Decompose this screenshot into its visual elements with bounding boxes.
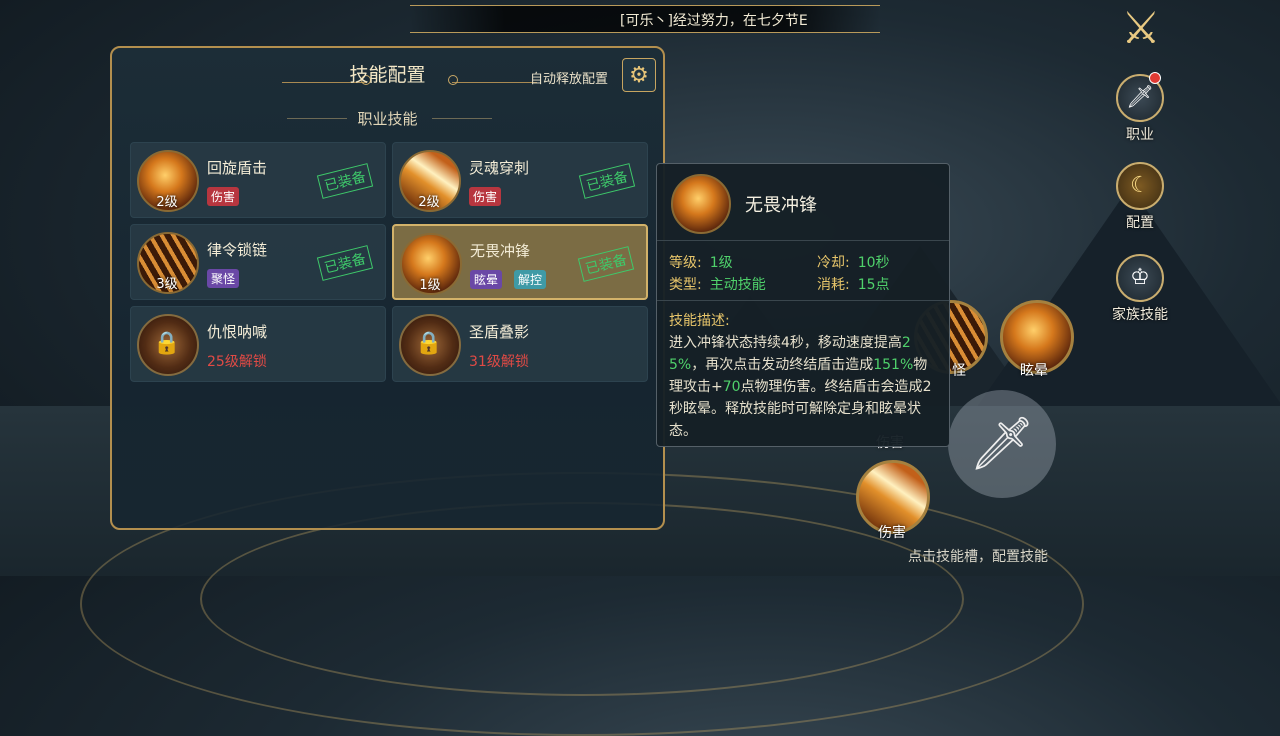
tooltip-level: 等级: 1级 <box>669 252 733 272</box>
wheel-slot-label: 伤害 <box>878 525 906 541</box>
skill-name: 无畏冲锋 <box>470 242 531 260</box>
unlock-requirement: 31级解锁 <box>469 354 529 370</box>
cooldown-label: 冷却: <box>817 255 850 271</box>
skill-tag: 聚怪 <box>207 269 240 288</box>
equipped-stamp: 已装备 <box>316 245 374 281</box>
cost-value: 15点 <box>857 277 890 293</box>
desc-text: 进入冲锋状态持续 <box>669 335 781 351</box>
skill-level: 2级 <box>156 195 178 210</box>
skill-name: 律令锁链 <box>207 241 268 259</box>
skill-level: 3级 <box>156 277 178 292</box>
skill-card-wuwei-selected[interactable]: 1级 无畏冲锋 眩晕 解控 已装备 <box>392 224 648 300</box>
notification-dot <box>1149 72 1161 84</box>
skill-card-chouhen-locked[interactable]: 🔒 仇恨呐喊 25级解锁 <box>130 306 386 382</box>
lock-icon: 🔒 <box>153 331 181 356</box>
side-nav-label: 家族技能 <box>1112 307 1168 323</box>
skill-level: 2级 <box>418 195 440 210</box>
close-button[interactable]: ⚔ <box>1114 6 1168 52</box>
type-value: 主动技能 <box>709 277 766 293</box>
equipped-stamp: 已装备 <box>577 246 635 282</box>
desc-text: ，再次点击发动终结盾击造成 <box>691 357 874 373</box>
attack-button[interactable]: 🗡 <box>948 390 1056 498</box>
skill-card-lvling[interactable]: 3级 律令锁链 聚怪 已装备 <box>130 224 386 300</box>
skill-name: 仇恨呐喊 <box>207 323 268 341</box>
skill-tooltip: 无畏冲锋 等级: 1级 冷却: 10秒 类型: 主动技能 消耗: 15点 技能描述: 进… <box>656 163 950 447</box>
side-nav-class[interactable]: 🗡 职业 <box>1105 72 1175 144</box>
tooltip-cost: 消耗: 15点 <box>817 274 890 294</box>
wheel-slot-label: 眩晕 <box>1020 363 1048 379</box>
type-label: 类型: <box>669 277 702 293</box>
side-nav-family-skills[interactable]: ♔ 家族技能 <box>1105 254 1175 324</box>
desc-highlight: 70 <box>722 379 741 395</box>
skill-card-shengdun-locked[interactable]: 🔒 圣盾叠影 31级解锁 <box>392 306 648 382</box>
title-ornament-right <box>448 72 537 85</box>
skill-tag: 眩晕 <box>470 270 503 289</box>
side-nav-label: 配置 <box>1126 215 1154 231</box>
desc-text: 点物理伤害。终结盾击会造成 <box>740 379 923 395</box>
level-label: 等级: <box>669 255 702 271</box>
auto-release-label: 自动释放配置 <box>530 72 609 87</box>
wheel-slot-label: 怪 <box>952 363 966 379</box>
skill-tag: 伤害 <box>469 187 502 206</box>
charge-skill-icon <box>671 174 731 234</box>
broadcast-marquee: [可乐丶]经过努力，在七夕节E <box>410 5 880 33</box>
skill-name: 圣盾叠影 <box>469 323 530 341</box>
skill-tag: 解控 <box>514 270 547 289</box>
cooldown-value: 10秒 <box>857 255 890 271</box>
skill-card-linghun[interactable]: 2级 灵魂穿刺 伤害 已装备 <box>392 142 648 218</box>
desc-text: 眩晕。释放技能时可解除定身和眩晕状态。 <box>669 401 921 439</box>
section-title: 职业技能 <box>357 110 418 128</box>
tooltip-type: 类型: 主动技能 <box>669 274 766 294</box>
rune-circle-inner <box>200 502 964 696</box>
side-nav-label: 职业 <box>1126 127 1154 143</box>
lock-icon: 🔒 <box>415 331 443 356</box>
equipped-stamp: 已装备 <box>316 163 374 199</box>
gear-icon: ⚙ <box>629 62 649 88</box>
desc-text: ，移动速度提高 <box>803 335 902 351</box>
tooltip-cooldown: 冷却: 10秒 <box>817 252 890 272</box>
desc-highlight: 151% <box>873 357 914 373</box>
skill-description: 进入冲锋状态持续4秒，移动速度提高25%，再次点击发动终结盾击造成151%物理攻… <box>669 332 937 442</box>
skill-config-panel: 技能配置 自动释放配置 ⚙ 职业技能 2级 回旋盾击 伤害 已装备 2级 灵魂穿… <box>110 46 665 530</box>
unlock-requirement: 25级解锁 <box>207 354 267 370</box>
desc-text: 4秒 <box>781 335 804 351</box>
side-nav-config[interactable]: ☾ 配置 <box>1105 162 1175 232</box>
level-value: 1级 <box>709 255 733 271</box>
divider <box>657 240 949 241</box>
skill-tag: 伤害 <box>207 187 240 206</box>
divider <box>657 300 949 301</box>
equipped-stamp: 已装备 <box>578 163 636 199</box>
skill-name: 灵魂穿刺 <box>469 159 530 177</box>
crest-icon: ♔ <box>1116 254 1164 302</box>
tooltip-title: 无畏冲锋 <box>745 195 817 216</box>
sword-icon: 🗡 <box>968 414 1035 474</box>
moon-star-icon: ☾ <box>1116 162 1164 210</box>
description-heading: 技能描述: <box>669 313 730 329</box>
cost-label: 消耗: <box>817 277 850 293</box>
config-hint: 点击技能槽，配置技能 <box>908 549 1048 565</box>
crossed-swords-icon: ⚔ <box>1121 3 1161 54</box>
skill-level: 1级 <box>419 278 441 293</box>
section-divider <box>432 118 492 119</box>
skill-card-huixuan[interactable]: 2级 回旋盾击 伤害 已装备 <box>130 142 386 218</box>
marquee-text: [可乐丶]经过努力，在七夕节E <box>620 13 808 29</box>
skill-name: 回旋盾击 <box>207 159 268 177</box>
auto-release-settings-button[interactable]: ⚙ <box>622 58 656 92</box>
